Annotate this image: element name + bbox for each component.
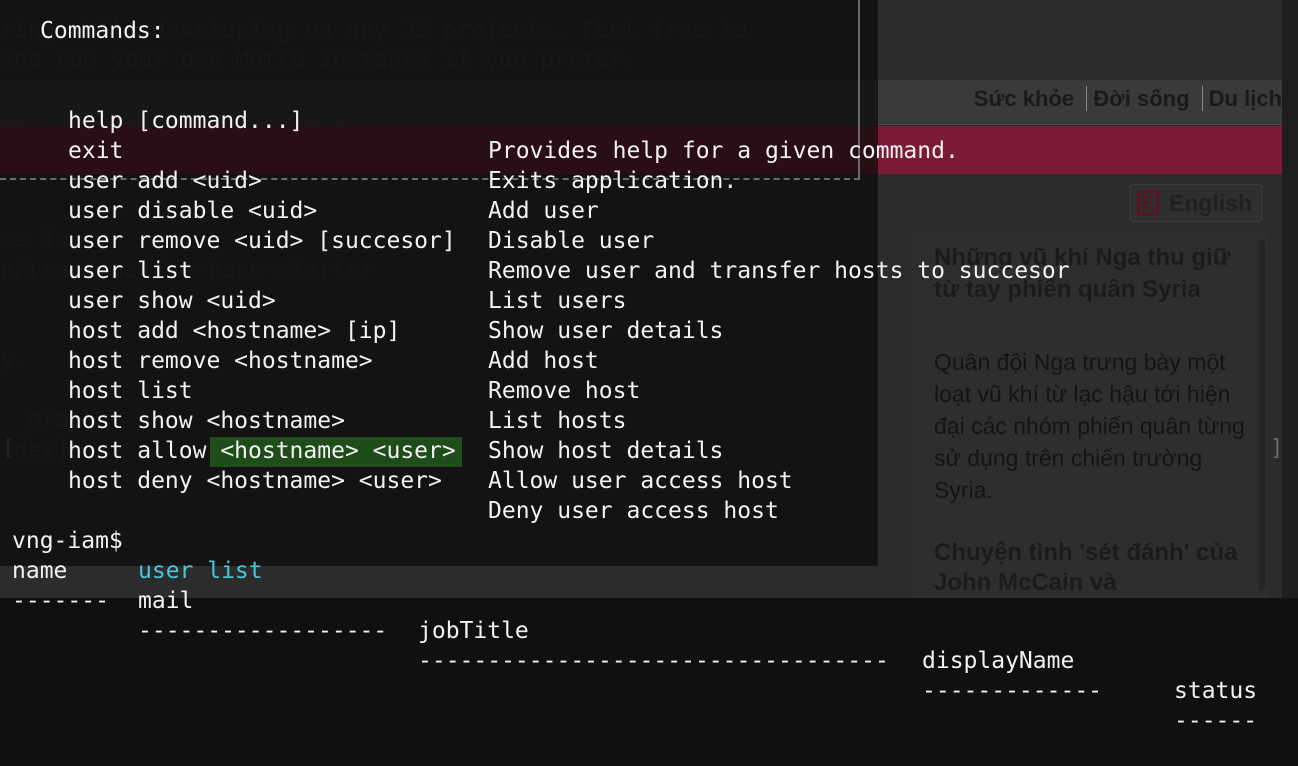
command-description: Add host (488, 348, 599, 374)
separator: ---------------------------------- (418, 648, 889, 674)
command-description: Exits application. (488, 168, 738, 194)
separator: ------------------ (138, 618, 388, 644)
command-row: user add <uid> Add user (0, 136, 599, 224)
command-syntax: user show <uid> (68, 288, 276, 314)
command-row: user disable <uid> Disable user (0, 166, 654, 254)
command-description: Provides help for a given command. (488, 138, 959, 164)
command-syntax: help [command...] (68, 108, 304, 134)
column-jobtitle: jobTitle (418, 618, 529, 644)
command-description: Add user (488, 198, 599, 224)
command-description: Remove user and transfer hosts to succes… (488, 258, 1070, 284)
user-table-header: name mail jobTitle displayName status (0, 526, 1257, 704)
command-syntax: exit (68, 138, 124, 164)
command-syntax: user disable <uid> (68, 198, 318, 224)
command-description: List users (488, 288, 627, 314)
command-syntax: host deny <hostname> <user> (68, 468, 442, 494)
command-syntax: host add <hostname> [ip] (68, 318, 401, 344)
command-syntax: host show <hostname> (68, 408, 345, 434)
command-row: host list List hosts (0, 346, 626, 434)
prompt-input[interactable]: user list (138, 556, 263, 586)
command-row: host add <hostname> [ip] Add host (0, 286, 599, 374)
command-syntax: user remove <uid> [succesor] (68, 228, 456, 254)
command-row: host allow <hostname> <user> Allow user … (0, 406, 793, 494)
command-row: user list List users (0, 226, 626, 314)
command-row: host show <hostname> Show host details (0, 376, 723, 464)
command-description: Disable user (488, 228, 655, 254)
separator: ------- (12, 588, 109, 614)
separator: ------ (1174, 708, 1258, 734)
command-syntax: user list (68, 258, 193, 284)
command-row: host deny <hostname> <user> Deny user ac… (0, 436, 779, 524)
command-description: List hosts (488, 408, 627, 434)
command-syntax: host remove <hostname> (68, 348, 373, 374)
command-description: Show user details (488, 318, 724, 344)
command-row: user remove <uid> [succesor] Remove user… (0, 196, 1070, 284)
command-description: Deny user access host (488, 498, 779, 524)
command-description: Allow user access host (488, 468, 793, 494)
column-displayname: displayName (922, 648, 1075, 674)
user-table-separator: ------- ------------------ -------------… (0, 556, 1257, 734)
command-row: help [command...] Provides help for a gi… (0, 76, 959, 164)
commands-heading: Commands: (40, 18, 165, 44)
separator: ------------- (922, 678, 1103, 704)
terminal-output[interactable]: Commands: help [command...] Provides hel… (0, 0, 1298, 734)
column-mail: mail (138, 588, 194, 614)
command-row: host remove <hostname> Remove host (0, 316, 640, 404)
command-description: Show host details (488, 438, 724, 464)
command-syntax: user add <uid> (68, 168, 262, 194)
command-row: exit Exits application. (0, 106, 737, 194)
command-syntax: host list (68, 378, 193, 404)
command-description: Remove host (488, 378, 641, 404)
command-syntax: host allow <hostname> <user> (68, 438, 456, 464)
prompt-line[interactable]: vng-iam$ user list (0, 496, 263, 584)
column-status: status (1174, 678, 1258, 704)
command-row: user show <uid> Show user details (0, 256, 723, 344)
